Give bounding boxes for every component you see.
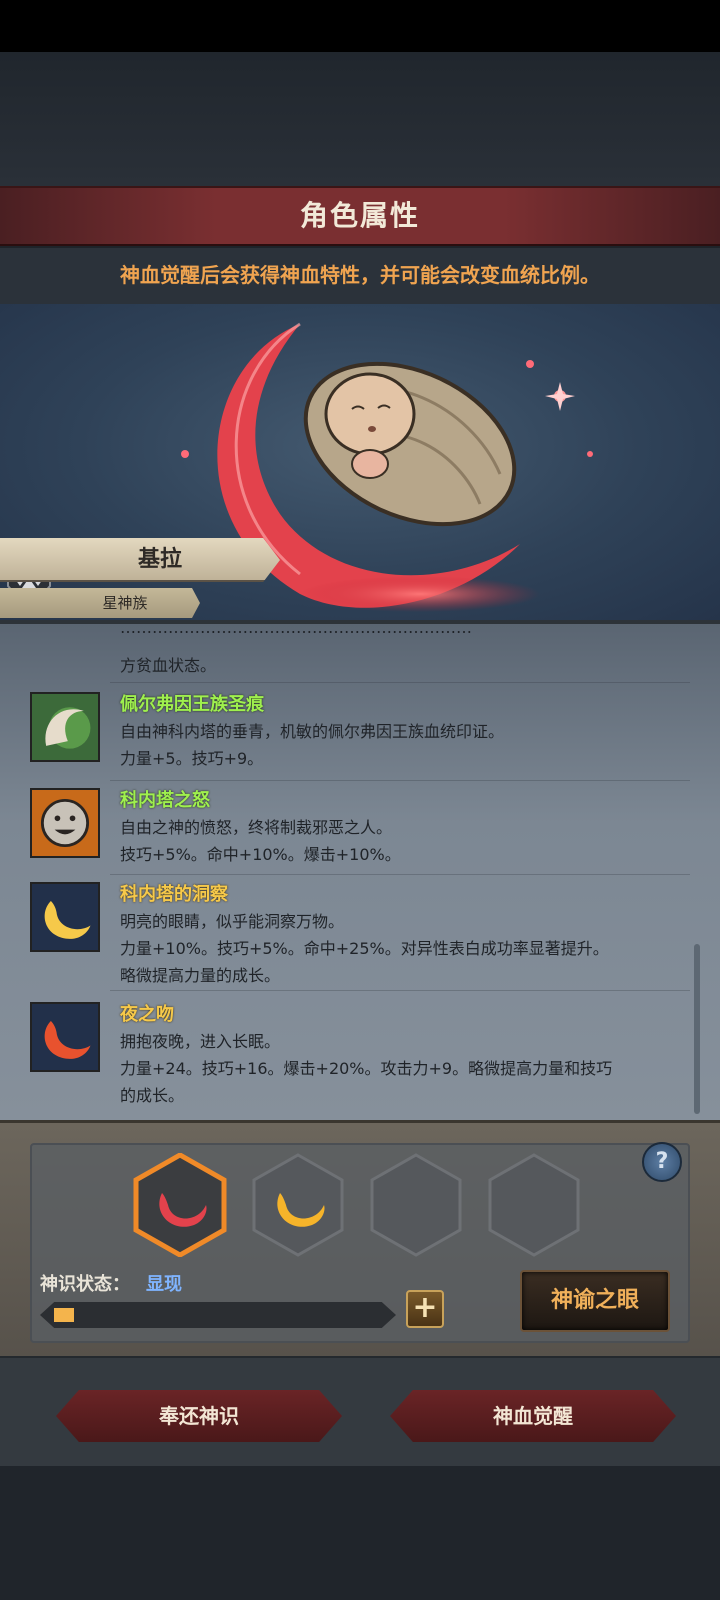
divine-progress-bar [40, 1302, 396, 1328]
help-button[interactable]: ? [642, 1142, 682, 1182]
red-moon-icon [30, 1002, 100, 1072]
progress-fill [54, 1308, 74, 1322]
trait-name: 科内塔的洞察 [120, 884, 228, 905]
swaddle-blanket [303, 361, 517, 527]
trait-name: 夜之吻 [120, 1004, 174, 1025]
divine-status-label: 神识状态： [40, 1274, 130, 1295]
page-title: 角色属性 [299, 199, 420, 232]
race-banner: 星神族 [0, 588, 200, 618]
character-name: 基拉 [137, 547, 182, 572]
divine-slot-3[interactable] [368, 1153, 464, 1257]
title-bar: 角色属性 [0, 186, 720, 246]
gold-moon-icon [30, 882, 100, 952]
hint-bar: 神血觉醒后会获得神血特性，并可能会改变血统比例。 [0, 248, 720, 304]
trait-partial-line: 方贫血状态。 [120, 656, 217, 675]
divine-slot-2[interactable] [250, 1153, 346, 1257]
sparkle-icon [545, 382, 575, 411]
smiley-icon [30, 788, 100, 858]
trait-list[interactable]: ………………………………………………………… 方贫血状态。 佩尔弗因王族圣痕 自… [0, 620, 720, 1120]
scrollbar[interactable] [694, 944, 700, 1114]
divine-slot-4[interactable] [486, 1153, 582, 1257]
trait-desc: 拥抱夜晚，进入长眠。 力量+24。技巧+16。爆击+20%。攻击力+9。略微提高… [120, 1032, 613, 1105]
add-button[interactable]: + [406, 1290, 444, 1328]
divine-status-value: 显现 [146, 1274, 182, 1295]
trait-partial-line: ………………………………………………………… [120, 620, 472, 637]
trait-desc: 自由之神的愤怒，终将制裁邪恶之人。 技巧+5%。命中+10%。爆击+10%。 [120, 818, 401, 864]
oracle-eye-button[interactable]: 神谕之眼 [520, 1270, 670, 1332]
divine-slot-1[interactable] [132, 1153, 228, 1257]
blood-awaken-button[interactable]: 神血觉醒 [390, 1390, 676, 1442]
bottom-backdrop [0, 1466, 720, 1600]
top-backdrop [0, 52, 720, 186]
trait-name: 科内塔之怒 [120, 790, 210, 811]
stigma-icon [30, 692, 100, 762]
trait-name: 佩尔弗因王族圣痕 [120, 694, 264, 715]
trait-desc: 明亮的眼睛，似乎能洞察万物。 力量+10%。技巧+5%。命中+25%。对异性表白… [120, 912, 609, 985]
trait-desc: 自由神科内塔的垂青，机敏的佩尔弗因王族血统印证。 力量+5。技巧+9。 [120, 722, 505, 768]
awakening-hint: 神血觉醒后会获得神血特性，并可能会改变血统比例。 [120, 263, 600, 287]
baby-face [324, 372, 416, 456]
status-bar [0, 0, 720, 52]
character-race: 星神族 [102, 594, 148, 612]
name-banner: 基拉 [0, 538, 280, 582]
return-divinity-button[interactable]: 奉还神识 [56, 1390, 342, 1442]
